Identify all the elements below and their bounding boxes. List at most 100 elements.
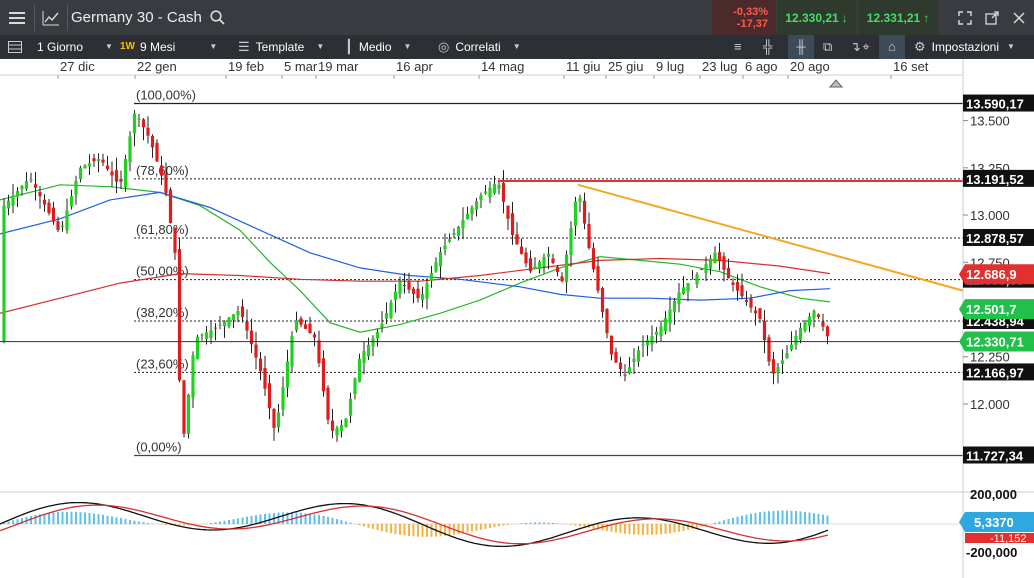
menu-button[interactable] <box>0 0 34 35</box>
candle-body <box>159 165 164 176</box>
search-button[interactable] <box>205 0 229 35</box>
histogram-bar <box>147 522 149 524</box>
sell-price-button[interactable]: 12.330,21 ↓ <box>777 0 856 35</box>
tag-icon: ⌂ <box>888 39 896 54</box>
sell-price-tag-label: 12.686,9 <box>966 267 1017 282</box>
histogram-bar <box>556 523 559 524</box>
oscillator-tick-label: 200,000 <box>970 487 1017 502</box>
expand-icon <box>958 10 972 25</box>
candle-body <box>371 338 375 347</box>
candle-body <box>767 337 771 362</box>
correlati-dropdown[interactable]: ◎ Correlati ▼ <box>438 35 521 59</box>
candle-body <box>177 249 182 381</box>
popout-icon <box>985 10 999 25</box>
candle-body <box>272 409 276 428</box>
histogram-bar <box>336 519 338 524</box>
histogram-bar <box>624 524 626 534</box>
period-label: 9 Mesi <box>140 40 176 54</box>
candle-body <box>627 367 632 374</box>
histogram-bar <box>727 519 730 524</box>
list-button[interactable]: ≡ <box>734 35 742 59</box>
fib-label: (100,00%) <box>136 88 196 103</box>
candle-body <box>668 309 672 324</box>
histogram-bar <box>115 517 118 524</box>
histogram-bar <box>214 522 217 524</box>
candle-body <box>83 165 87 169</box>
histogram-bar <box>768 511 770 524</box>
histogram-bar <box>367 524 370 528</box>
candle-body <box>366 344 371 357</box>
histogram-bar <box>160 524 163 525</box>
x-tick-label: 5 mar <box>284 59 318 74</box>
candle-body <box>533 266 537 270</box>
candle-body <box>726 267 731 279</box>
buy-price-button[interactable]: 12.331,21 ↑ <box>858 0 938 35</box>
target-button[interactable]: ⌖ <box>855 35 877 59</box>
histogram-bar <box>84 512 86 524</box>
candle-body <box>528 258 533 272</box>
candle-body <box>407 282 411 290</box>
chevron-down-icon: ▼ <box>1007 42 1015 51</box>
candle-body <box>330 420 335 431</box>
candle-body <box>618 362 623 370</box>
candle-body <box>56 221 60 231</box>
candle-body <box>389 302 393 318</box>
chart-type-button[interactable] <box>35 0 67 35</box>
candle-body <box>254 344 258 358</box>
drawing-tools-button[interactable]: ╫ <box>788 35 814 59</box>
popout-button[interactable] <box>979 0 1005 35</box>
crosshair-button[interactable]: ╬ <box>763 35 772 59</box>
fib-price-tag-label: 12.878,57 <box>966 231 1024 246</box>
settings-dropdown[interactable]: ⚙ Impostazioni ▼ <box>914 35 1015 59</box>
panels-button[interactable] <box>8 35 22 59</box>
histogram-bar <box>633 524 635 535</box>
histogram-bar <box>52 512 55 524</box>
candle-body <box>69 195 74 207</box>
histogram-bar <box>475 524 478 531</box>
candle-body <box>429 272 434 281</box>
price-chart[interactable]: 27 dic 22 gen 19 feb 5 mar 19 mar 16 apr 14 ma… <box>0 59 1034 578</box>
histogram-bar <box>804 511 806 524</box>
x-tick-label: 11 giu <box>566 59 600 74</box>
fibonacci-retracement[interactable]: (100,00%)(78,60%)(61,80%)(50,00%)(38,20%… <box>134 88 963 457</box>
histogram-bar <box>282 512 284 524</box>
candle-body <box>74 181 78 195</box>
histogram-bar <box>574 524 577 526</box>
candle-body <box>717 252 722 262</box>
arrow-down-icon: ↓ <box>841 10 848 25</box>
histogram-bar <box>129 519 131 524</box>
histogram-bar <box>799 511 802 524</box>
candle-body <box>758 308 762 319</box>
histogram-bar <box>439 524 442 537</box>
template-dropdown[interactable]: ☰ Template ▼ <box>238 35 324 59</box>
expand-button[interactable] <box>952 0 978 35</box>
candle-body <box>798 327 803 340</box>
period-dropdown[interactable]: 1W 9 Mesi ▼ <box>120 35 217 59</box>
histogram-bar <box>678 524 680 532</box>
histogram-bar <box>579 524 581 527</box>
tag-button[interactable]: ⌂ <box>879 35 905 59</box>
histogram-bar <box>228 520 230 524</box>
close-icon <box>1013 11 1025 24</box>
histogram-bar <box>498 524 500 527</box>
medio-dropdown[interactable]: ┃ Medio ▼ <box>345 35 411 59</box>
timeframe-dropdown[interactable]: 1 Giorno ▼ <box>37 35 113 59</box>
candle-body <box>195 336 200 360</box>
candle-body <box>438 252 443 267</box>
histogram-bar <box>322 515 325 524</box>
histogram-bar <box>349 522 352 524</box>
candle-body <box>141 119 146 128</box>
layers-button[interactable]: ⧉ <box>823 35 832 59</box>
candle-body <box>623 374 627 376</box>
buy-price-tag-label: 12.501,7 <box>966 302 1017 317</box>
close-button[interactable] <box>1006 0 1032 35</box>
instrument-title[interactable]: Germany 30 - Cash <box>71 0 202 35</box>
histogram-bar <box>759 512 761 524</box>
y-tick-label: 12.000 <box>970 397 1010 412</box>
candle-body <box>807 316 812 326</box>
candle-body <box>461 220 465 229</box>
candle-body <box>218 324 222 326</box>
candle-body <box>456 226 461 236</box>
fib-label: (61,80%) <box>136 222 189 237</box>
histogram-bar <box>75 511 77 524</box>
